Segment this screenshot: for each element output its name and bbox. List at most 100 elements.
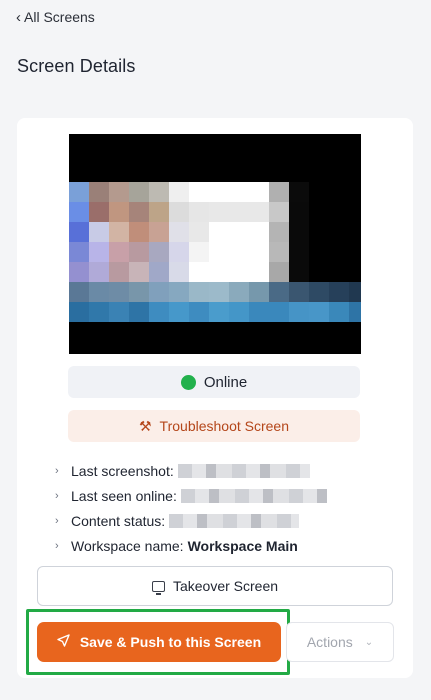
preview-pixel [209, 162, 229, 182]
preview-pixel [309, 262, 329, 282]
back-to-all-screens-link[interactable]: ‹ All Screens [16, 9, 95, 25]
troubleshoot-label: Troubleshoot Screen [159, 418, 289, 434]
preview-pixel [229, 282, 249, 302]
preview-pixel [249, 262, 269, 282]
tools-icon: ⚒ [138, 417, 152, 434]
preview-pixel [269, 182, 289, 202]
preview-pixel [309, 182, 329, 202]
detail-label: Workspace name: [71, 537, 184, 554]
preview-pixel [289, 182, 309, 202]
detail-content-status: › Content status: [55, 508, 405, 533]
preview-pixel [109, 282, 129, 302]
preview-pixel [329, 282, 349, 302]
preview-pixel [189, 302, 209, 322]
preview-pixel [69, 202, 89, 222]
send-icon [57, 634, 70, 650]
preview-pixel [89, 302, 109, 322]
preview-pixel [229, 202, 249, 222]
preview-pixel [129, 242, 149, 262]
preview-pixel [209, 282, 229, 302]
preview-pixel [289, 222, 309, 242]
preview-pixel [169, 202, 189, 222]
preview-pixel [109, 182, 129, 202]
preview-pixel [109, 202, 129, 222]
preview-pixel [189, 182, 209, 202]
preview-pixel [69, 282, 89, 302]
preview-pixel [169, 302, 189, 322]
detail-label: Content status: [71, 512, 166, 529]
preview-pixel [129, 182, 149, 202]
preview-pixel [269, 162, 289, 182]
back-link-label: All Screens [24, 9, 95, 25]
workspace-name-value: Workspace Main [187, 537, 298, 554]
chevron-down-icon: ⌄ [364, 636, 374, 648]
preview-pixel [149, 202, 169, 222]
preview-pixel [269, 242, 289, 262]
redacted-value [180, 488, 327, 503]
detail-label: Last seen online: [71, 487, 177, 504]
preview-pixel [169, 182, 189, 202]
preview-pixel [149, 262, 169, 282]
preview-pixel [309, 242, 329, 262]
preview-pixel [149, 182, 169, 202]
preview-pixel [189, 162, 209, 182]
detail-last-screenshot: › Last screenshot: [55, 458, 405, 483]
preview-pixel [169, 162, 189, 182]
screen-details-card: Online ⚒ Troubleshoot Screen › Last scre… [17, 118, 413, 678]
preview-pixel [69, 222, 89, 242]
actions-label: Actions [306, 634, 353, 650]
troubleshoot-screen-button[interactable]: ⚒ Troubleshoot Screen [68, 410, 360, 442]
preview-pixel [149, 222, 169, 242]
preview-pixel [69, 302, 89, 322]
preview-pixel [209, 182, 229, 202]
preview-pixel [269, 222, 289, 242]
detail-last-seen-online: › Last seen online: [55, 483, 405, 508]
preview-pixel [129, 222, 149, 242]
preview-pixel [249, 222, 269, 242]
preview-pixel [289, 162, 309, 182]
page-title: Screen Details [17, 56, 136, 76]
preview-pixel [149, 302, 169, 322]
chevron-right-icon: › [55, 464, 59, 477]
preview-pixel [349, 162, 361, 182]
monitor-icon [151, 580, 165, 595]
takeover-screen-button[interactable]: Takeover Screen [37, 566, 393, 606]
pixelated-preview [69, 162, 361, 322]
detail-label: Last screenshot: [71, 462, 174, 479]
chevron-right-icon: › [55, 489, 59, 502]
preview-pixel [349, 202, 361, 222]
preview-pixel [129, 262, 149, 282]
preview-pixel [149, 282, 169, 302]
preview-pixel [169, 282, 189, 302]
preview-pixel [89, 282, 109, 302]
preview-pixel [209, 302, 229, 322]
preview-pixel [169, 242, 189, 262]
status-label: Online [203, 373, 248, 391]
save-and-push-button[interactable]: Save & Push to this Screen [37, 622, 281, 662]
preview-pixel [89, 162, 109, 182]
preview-pixel [329, 242, 349, 262]
preview-pixel [329, 182, 349, 202]
preview-pixel [249, 162, 269, 182]
actions-dropdown-button[interactable]: Actions ⌄ [286, 622, 394, 662]
preview-pixel [109, 222, 129, 242]
preview-pixel [289, 202, 309, 222]
preview-pixel [209, 202, 229, 222]
preview-pixel [189, 202, 209, 222]
preview-pixel [109, 302, 129, 322]
preview-pixel [289, 262, 309, 282]
preview-pixel [309, 222, 329, 242]
preview-pixel [309, 302, 329, 322]
preview-pixel [229, 162, 249, 182]
preview-pixel [189, 282, 209, 302]
redacted-value [169, 513, 300, 528]
preview-pixel [269, 282, 289, 302]
preview-pixel [109, 262, 129, 282]
preview-pixel [189, 222, 209, 242]
preview-pixel [249, 302, 269, 322]
preview-pixel [349, 302, 361, 322]
preview-pixel [309, 202, 329, 222]
preview-pixel [129, 282, 149, 302]
preview-pixel [89, 222, 109, 242]
preview-pixel [349, 242, 361, 262]
